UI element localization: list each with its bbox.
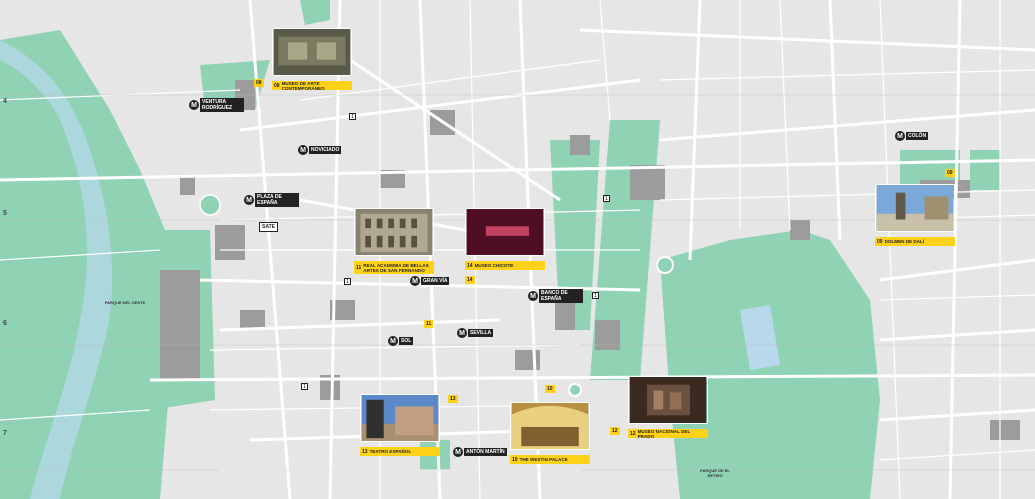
poi-number: 08 bbox=[274, 82, 280, 89]
metro-icon: M bbox=[298, 145, 308, 155]
metro-sol[interactable]: M SOL bbox=[388, 336, 414, 346]
teatro-photo bbox=[360, 394, 440, 442]
map-square: 1 bbox=[301, 383, 308, 390]
map-square: 1 bbox=[344, 278, 351, 285]
badge-11[interactable]: 11 bbox=[424, 320, 434, 328]
metro-icon: M bbox=[528, 291, 538, 301]
poi-museo-del-prado[interactable]: 12 MUSEO NACIONAL DEL PRADO bbox=[628, 376, 708, 439]
poi-caption: 11 REAL ACADEMIA DE BELLAS ARTES DE SAN … bbox=[354, 261, 434, 274]
metro-label: PLAZA DE ESPAÑA bbox=[255, 193, 299, 207]
label-sate: SATE bbox=[258, 222, 278, 232]
metro-icon: M bbox=[189, 100, 199, 110]
park-label-oeste: PARQUE DEL OESTE bbox=[104, 300, 146, 305]
city-map[interactable]: 4 5 6 7 PARQUE DEL OESTE PARQUE DE EL RE… bbox=[0, 0, 1035, 499]
badge-10[interactable]: 10 bbox=[545, 385, 555, 393]
metro-icon: M bbox=[388, 336, 398, 346]
metro-plaza-de-espana[interactable]: M PLAZA DE ESPAÑA bbox=[244, 193, 299, 207]
sate-label: SATE bbox=[259, 222, 278, 232]
metro-sevilla[interactable]: M SEVILLA bbox=[457, 328, 494, 338]
park-label-retiro: PARQUE DE EL RETIRO bbox=[700, 468, 730, 478]
poi-museo-arte-contemporaneo[interactable]: 08 MUSEO DE ARTE CONTEMPORÁNEO bbox=[272, 28, 352, 91]
metro-label: SEVILLA bbox=[468, 329, 494, 337]
poi-caption: 10 THE WESTIN PALACE bbox=[510, 455, 590, 464]
dolmen-photo bbox=[875, 184, 955, 232]
metro-label: NOVICIADO bbox=[309, 146, 342, 154]
metro-icon: M bbox=[895, 131, 905, 141]
map-square: 1 bbox=[349, 113, 356, 120]
map-square: 1 bbox=[592, 292, 599, 299]
badge-14[interactable]: 14 bbox=[465, 276, 475, 284]
museo-photo bbox=[272, 28, 352, 76]
westin-photo bbox=[510, 402, 590, 450]
poi-number: 09 bbox=[877, 238, 883, 245]
poi-caption: 08 MUSEO DE ARTE CONTEMPORÁNEO bbox=[272, 80, 352, 91]
poi-number: 11 bbox=[356, 264, 362, 271]
metro-label: SOL bbox=[399, 337, 414, 345]
poi-caption: 14 MUSEO CHICOTE bbox=[465, 261, 545, 270]
metro-label: ANTÓN MARTÍN bbox=[464, 448, 507, 456]
grid-row-5: 5 bbox=[3, 210, 7, 217]
grid-row-4: 4 bbox=[3, 98, 7, 105]
poi-number: 14 bbox=[467, 262, 473, 269]
metro-anton-martin[interactable]: M ANTÓN MARTÍN bbox=[453, 447, 507, 457]
badge-08[interactable]: 08 bbox=[254, 79, 264, 87]
metro-noviciado[interactable]: M NOVICIADO bbox=[298, 145, 342, 155]
metro-icon: M bbox=[410, 276, 420, 286]
metro-label: VENTURA RODRÍGUEZ bbox=[200, 98, 244, 112]
map-square: 1 bbox=[603, 195, 610, 202]
metro-gran-via[interactable]: M GRAN VÍA bbox=[410, 276, 450, 286]
poi-number: 12 bbox=[630, 430, 636, 437]
poi-number: 10 bbox=[512, 456, 518, 463]
poi-number: 13 bbox=[362, 448, 368, 455]
metro-label: GRAN VÍA bbox=[421, 277, 450, 285]
chicote-photo bbox=[465, 208, 545, 256]
badge-12[interactable]: 12 bbox=[610, 427, 620, 435]
metro-icon: M bbox=[244, 195, 254, 205]
poi-real-academia[interactable]: 11 REAL ACADEMIA DE BELLAS ARTES DE SAN … bbox=[354, 208, 434, 274]
poi-title: TEATRO ESPAÑOL bbox=[369, 449, 412, 454]
badge-09[interactable]: 09 bbox=[945, 169, 955, 177]
metro-icon: M bbox=[457, 328, 467, 338]
poi-dolmen-de-dali[interactable]: 09 DOLMEN DE DALÍ bbox=[875, 184, 955, 246]
grid-row-6: 6 bbox=[3, 320, 7, 327]
academia-photo bbox=[354, 208, 434, 256]
poi-caption: 09 DOLMEN DE DALÍ bbox=[875, 237, 955, 246]
metro-colon[interactable]: M COLÓN bbox=[895, 131, 929, 141]
poi-teatro-espanol[interactable]: 13 TEATRO ESPAÑOL bbox=[360, 394, 440, 456]
metro-ventura-rodriguez[interactable]: M VENTURA RODRÍGUEZ bbox=[189, 98, 244, 112]
poi-title: MUSEO CHICOTE bbox=[474, 263, 514, 268]
badge-13[interactable]: 13 bbox=[448, 395, 458, 403]
poi-museo-chicote[interactable]: 14 MUSEO CHICOTE bbox=[465, 208, 545, 270]
metro-banco-de-espana[interactable]: M BANCO DE ESPAÑA bbox=[528, 289, 583, 303]
metro-label: BANCO DE ESPAÑA bbox=[539, 289, 583, 303]
prado-photo bbox=[628, 376, 708, 424]
poi-caption: 13 TEATRO ESPAÑOL bbox=[360, 447, 440, 456]
poi-caption: 12 MUSEO NACIONAL DEL PRADO bbox=[628, 428, 708, 439]
poi-title: REAL ACADEMIA DE BELLAS ARTES DE SAN FER… bbox=[363, 262, 429, 273]
poi-title: DOLMEN DE DALÍ bbox=[884, 239, 925, 244]
poi-title: THE WESTIN PALACE bbox=[519, 457, 568, 462]
poi-title: MUSEO DE ARTE CONTEMPORÁNEO bbox=[281, 80, 325, 91]
metro-label: COLÓN bbox=[906, 132, 929, 140]
grid-row-7: 7 bbox=[3, 430, 7, 437]
metro-icon: M bbox=[453, 447, 463, 457]
poi-title: MUSEO NACIONAL DEL PRADO bbox=[637, 428, 691, 439]
poi-westin-palace[interactable]: 10 THE WESTIN PALACE bbox=[510, 402, 590, 464]
